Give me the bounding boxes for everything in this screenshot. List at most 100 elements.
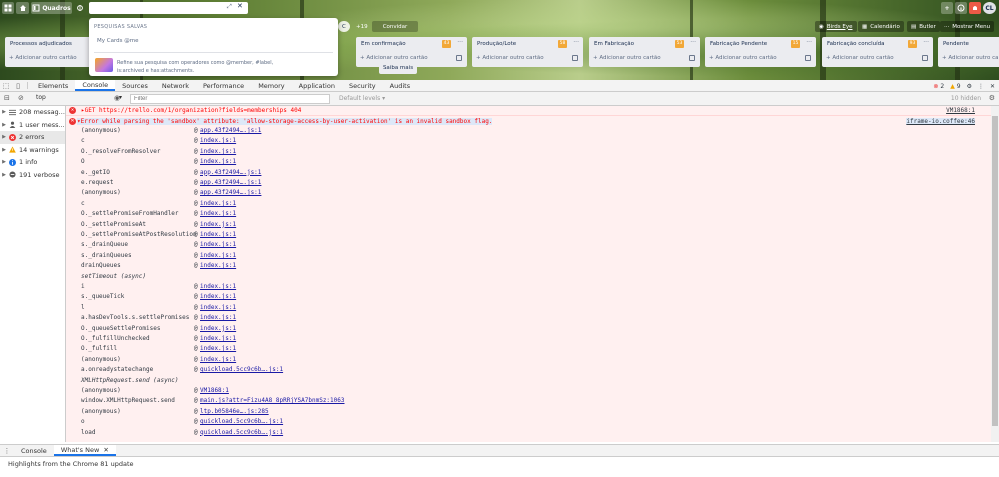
stack-location-link[interactable]: app.43f2494….js:1 [200,169,261,176]
tab-network[interactable]: Network [155,80,196,91]
stack-location-link[interactable]: app.43f2494….js:1 [200,179,261,186]
sandbox-error-source[interactable]: iframe-io.coffee:46 [906,118,975,125]
butler-user-button[interactable]: ◉ Birds Eye [815,21,857,32]
close-tab-icon[interactable]: ✕ [103,446,108,454]
error-counter[interactable]: ⊗ 2 [933,83,944,90]
stack-location-link[interactable]: app.43f2494….js:1 [200,127,261,134]
sidebar-item-info[interactable]: ▶ 1 info [0,156,65,169]
expand-arrow-icon[interactable]: ▶ [0,122,8,128]
stack-location-link[interactable]: quickload.5cc9c6b….js:1 [200,429,283,436]
stack-location-link[interactable]: main.js?attr=Fizu4A8_8pRRjYSA7bnmSz:1063 [200,397,345,404]
sidebar-item-warning[interactable]: ▶ 14 warnings [0,144,65,157]
list-title[interactable]: Fabricação concluída [827,41,885,47]
avatar[interactable]: CL [983,2,996,14]
stack-location-link[interactable]: index.js:1 [200,293,236,300]
add-card-button[interactable]: + Adicionar outro cartão [942,55,999,61]
add-card-button[interactable]: + Adicionar outro cartão [709,55,777,61]
stack-location-link[interactable]: index.js:1 [200,314,236,321]
stack-location-link[interactable]: index.js:1 [200,137,236,144]
list-column[interactable]: Fabricação concluída 93 ··· + Adicionar out… [822,37,933,67]
tab-elements[interactable]: Elements [31,80,75,91]
list-column[interactable]: Em Fabricação 53 ··· + Adicionar outro cart… [589,37,700,67]
inspect-element-icon[interactable]: ⬚ [0,80,12,91]
close-devtools-icon[interactable]: ✕ [990,83,995,90]
context-selector[interactable]: top ▾ [36,94,126,104]
list-column[interactable]: Pendente···+ Adicionar outro cartão [938,37,999,67]
eye-icon[interactable]: ◉ [114,94,120,102]
home-button[interactable] [16,2,29,14]
member-avatar[interactable]: C [338,21,350,32]
console-message-sandbox-error[interactable]: ✕ ▾Error while parsing the 'sandbox' att… [66,116,991,442]
card-template-icon[interactable] [572,55,578,61]
list-title[interactable]: Fabricação Pendente [710,41,767,47]
more-menu-icon[interactable]: ⋮ [978,83,984,90]
stack-location-link[interactable]: index.js:1 [200,200,236,207]
boards-button[interactable]: Quadros [31,2,72,14]
stack-location-link[interactable]: VM1868:1 [200,387,229,394]
sidebar-item-verbose[interactable]: ▶ 191 verbose [0,169,65,182]
sidebar-toggle-icon[interactable]: ⊟ [4,94,10,102]
log-levels-dropdown[interactable]: Default levels ▾ [339,95,385,102]
list-menu-icon[interactable]: ··· [457,39,463,46]
list-menu-icon[interactable]: ··· [806,39,812,46]
sidebar-item-error[interactable]: ▶ 2 errors [0,131,65,144]
close-icon[interactable]: ✕ [237,2,243,10]
stack-location-link[interactable]: index.js:1 [200,148,236,155]
stack-location-link[interactable]: index.js:1 [200,231,236,238]
butler-button[interactable]: ▤ Butler [907,21,940,32]
create-button[interactable]: + [941,2,953,14]
tab-performance[interactable]: Performance [196,80,251,91]
stack-location-link[interactable]: app.43f2494….js:1 [200,189,261,196]
apps-button[interactable] [2,2,14,14]
expand-arrow-icon[interactable]: ▶ [0,109,8,115]
tab-security[interactable]: Security [342,80,383,91]
card-template-icon[interactable] [689,55,695,61]
settings-icon[interactable]: ⚙ [967,83,972,90]
sidebar-item-user[interactable]: ▶ 1 user mess... [0,119,65,132]
list-menu-icon[interactable]: ··· [690,39,696,46]
learn-more-button[interactable]: Saiba mais [379,62,417,74]
tab-sources[interactable]: Sources [115,80,155,91]
list-menu-icon[interactable]: ··· [923,39,929,46]
clear-console-icon[interactable]: ⊘ [18,94,24,102]
card-template-icon[interactable] [456,55,462,61]
stack-location-link[interactable]: index.js:1 [200,325,236,332]
card-template-icon[interactable] [922,55,928,61]
expand-icon[interactable]: ⤢ [227,3,232,11]
stack-location-link[interactable]: index.js:1 [200,345,236,352]
stack-location-link[interactable]: ltp.b05846e….js:285 [200,408,269,415]
stack-location-link[interactable]: index.js:1 [200,252,236,259]
stack-location-link[interactable]: index.js:1 [200,335,236,342]
expand-arrow-icon[interactable]: ▶ [0,134,8,140]
tab-application[interactable]: Application [292,80,342,91]
tab-audits[interactable]: Audits [383,80,417,91]
scroll-thumb[interactable] [992,116,998,426]
stack-location-link[interactable]: index.js:1 [200,304,236,311]
add-card-button[interactable]: + Adicionar outro cartão [476,55,544,61]
add-card-button[interactable]: + Adicionar outro cartão [9,55,77,61]
members-count[interactable]: +19 [352,21,372,32]
card-template-icon[interactable] [805,55,811,61]
console-scrollbar[interactable] [991,106,999,442]
drawer-menu-icon[interactable]: ⋮ [0,445,14,456]
sidebar-item-list[interactable]: ▶ 208 messag... [0,106,65,119]
tab-console[interactable]: Console [75,80,116,91]
tab-memory[interactable]: Memory [251,80,291,91]
list-title[interactable]: Pendente [943,41,969,47]
stack-location-link[interactable]: index.js:1 [200,241,236,248]
stack-location-link[interactable]: index.js:1 [200,356,236,363]
stack-location-link[interactable]: index.js:1 [200,262,236,269]
stack-location-link[interactable]: index.js:1 [200,283,236,290]
stack-location-link[interactable]: index.js:1 [200,221,236,228]
pin-button[interactable] [74,2,86,14]
get-error-source[interactable]: VM1868:1 [946,107,975,114]
calendar-button[interactable]: ▦ Calendário [858,21,904,32]
stack-location-link[interactable]: quickload.5cc9c6b….js:1 [200,366,283,373]
show-menu-button[interactable]: ··· Mostrar Menu [940,21,995,32]
invite-button[interactable]: Convidar [372,21,418,32]
stack-location-link[interactable]: index.js:1 [200,210,236,217]
drawer-tab-console[interactable]: Console [14,445,54,456]
filter-input[interactable] [130,94,330,104]
stack-location-link[interactable]: index.js:1 [200,158,236,165]
expand-arrow-icon[interactable]: ▶ [0,159,8,165]
